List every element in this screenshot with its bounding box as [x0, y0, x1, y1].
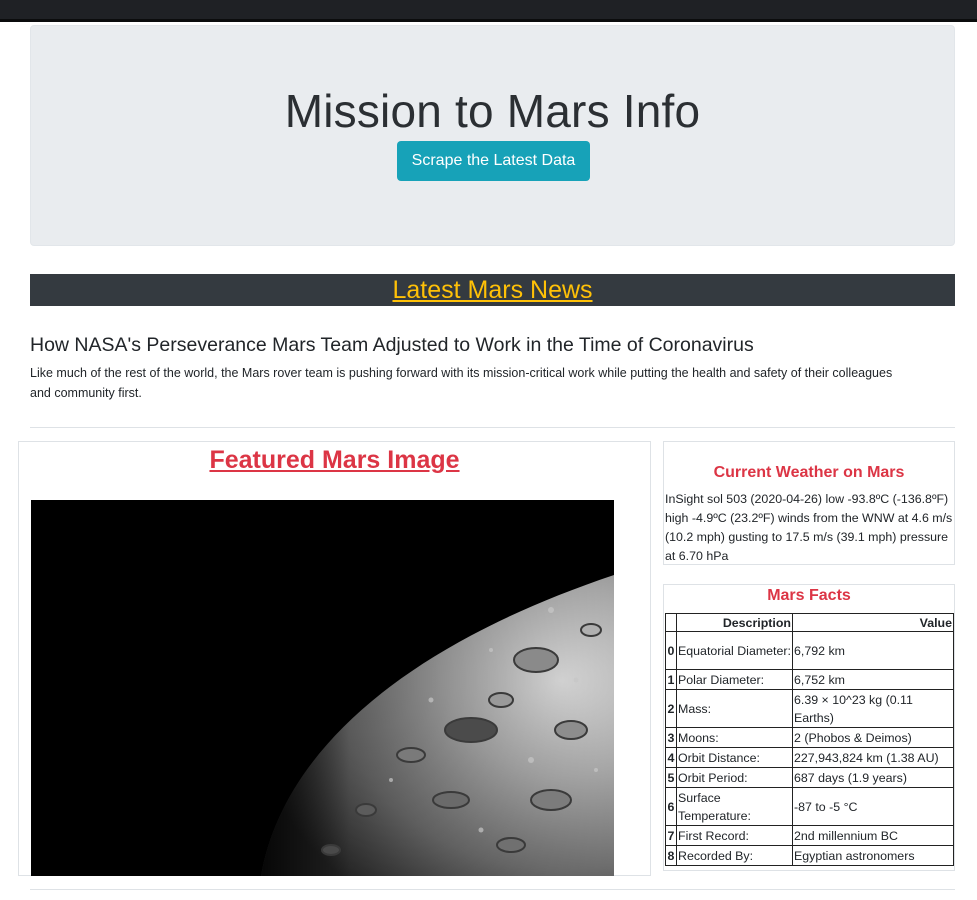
row-index: 2 — [665, 689, 677, 728]
row-value: 2 (Phobos & Deimos) — [792, 727, 954, 748]
row-description: Polar Diameter: — [676, 669, 793, 690]
moon-surface-image — [31, 500, 614, 876]
row-description: Orbit Period: — [676, 767, 793, 788]
table-row: 5 Orbit Period: 687 days (1.9 years) — [665, 767, 954, 788]
featured-mars-image — [31, 500, 614, 876]
row-index: 1 — [665, 669, 677, 690]
row-index: 8 — [665, 845, 677, 866]
table-row: 1 Polar Diameter: 6,752 km — [665, 669, 954, 690]
row-value: 6.39 × 10^23 kg (0.11 Earths) — [792, 689, 954, 728]
facts-header-row: Description Value — [665, 613, 954, 632]
mars-facts-panel: Mars Facts Description Value 0 Equatoria… — [663, 584, 955, 871]
table-row: 8 Recorded By: Egyptian astronomers — [665, 845, 954, 866]
row-value: 687 days (1.9 years) — [792, 767, 954, 788]
row-description: Mass: — [676, 689, 793, 728]
row-description: Recorded By: — [676, 845, 793, 866]
latest-news-heading[interactable]: Latest Mars News — [30, 276, 955, 305]
section-divider — [30, 427, 955, 428]
row-value: 6,792 km — [792, 631, 954, 670]
column-header-description: Description — [676, 613, 793, 632]
row-value: 6,752 km — [792, 669, 954, 690]
scrape-button[interactable]: Scrape the Latest Data — [397, 141, 590, 181]
table-row: 4 Orbit Distance: 227,943,824 km (1.38 A… — [665, 747, 954, 768]
page-title: Mission to Mars Info — [284, 85, 701, 137]
row-index: 7 — [665, 825, 677, 846]
table-row: 7 First Record: 2nd millennium BC — [665, 825, 954, 846]
weather-text: InSight sol 503 (2020-04-26) low -93.8ºC… — [665, 492, 953, 563]
row-description: First Record: — [676, 825, 793, 846]
row-index: 0 — [665, 631, 677, 670]
row-index: 3 — [665, 727, 677, 748]
row-value: Egyptian astronomers — [792, 845, 954, 866]
weather-heading: Current Weather on Mars — [713, 464, 905, 481]
row-value: 227,943,824 km (1.38 AU) — [792, 747, 954, 768]
facts-heading: Mars Facts — [767, 587, 851, 604]
row-description: Orbit Distance: — [676, 747, 793, 768]
column-header-index — [665, 613, 677, 632]
table-row: 3 Moons: 2 (Phobos & Deimos) — [665, 727, 954, 748]
row-description: Surface Temperature: — [676, 787, 793, 826]
table-row: 6 Surface Temperature: -87 to -5 °C — [665, 787, 954, 826]
row-index: 5 — [665, 767, 677, 788]
news-title: How NASA's Perseverance Mars Team Adjust… — [30, 334, 754, 356]
jumbotron-header: Mission to Mars Info Scrape the Latest D… — [30, 25, 955, 246]
featured-image-heading[interactable]: Featured Mars Image — [19, 446, 650, 475]
row-index: 6 — [665, 787, 677, 826]
row-value: -87 to -5 °C — [792, 787, 954, 826]
facts-table: Description Value 0 Equatorial Diameter:… — [665, 613, 954, 866]
section-divider — [30, 889, 955, 890]
weather-panel: Current Weather on Mars InSight sol 503 … — [663, 441, 955, 565]
browser-top-bar — [0, 0, 977, 22]
news-paragraph: Like much of the rest of the world, the … — [30, 366, 893, 400]
column-header-value: Value — [792, 613, 954, 632]
table-row: 0 Equatorial Diameter: 6,792 km — [665, 631, 954, 670]
row-index: 4 — [665, 747, 677, 768]
row-description: Moons: — [676, 727, 793, 748]
row-value: 2nd millennium BC — [792, 825, 954, 846]
table-row: 2 Mass: 6.39 × 10^23 kg (0.11 Earths) — [665, 689, 954, 728]
featured-image-panel: Featured Mars Image — [18, 441, 651, 876]
news-section-bar: Latest Mars News — [30, 274, 955, 306]
row-description: Equatorial Diameter: — [676, 631, 793, 670]
